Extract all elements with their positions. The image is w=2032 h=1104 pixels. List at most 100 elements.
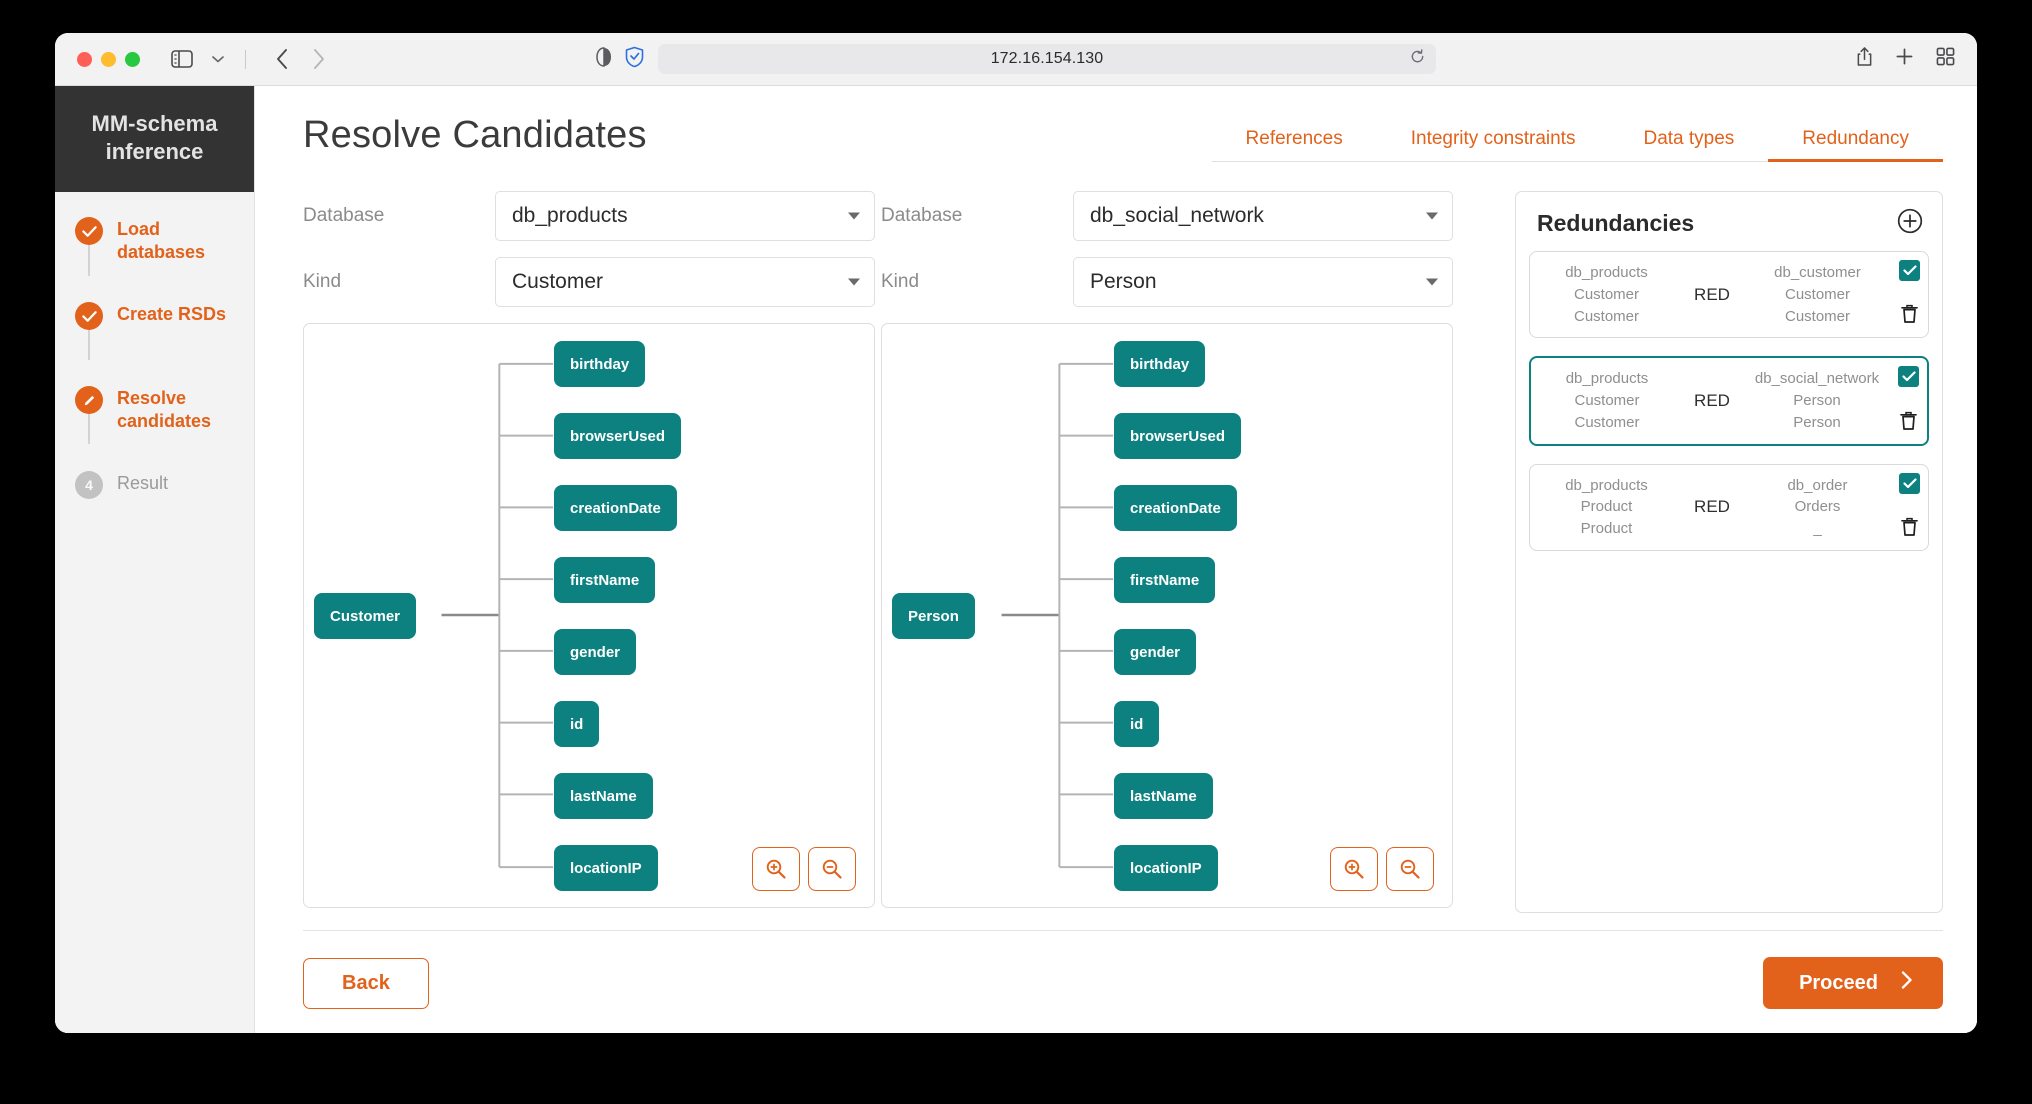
redundancy-card-body: db_products Customer Customer RED db_soc… bbox=[1537, 368, 1921, 433]
sidebar-step-resolve-candidates[interactable]: Resolve candidates bbox=[55, 385, 254, 432]
sidebar-step-load-databases[interactable]: Load databases bbox=[55, 216, 254, 263]
tab-data-types[interactable]: Data types bbox=[1609, 128, 1768, 162]
tab-overview-icon[interactable] bbox=[1936, 47, 1955, 71]
schema-node-property[interactable]: lastName bbox=[1114, 773, 1213, 819]
zoom-out-button[interactable] bbox=[808, 847, 856, 891]
redundancy-right-database: db_customer bbox=[1774, 264, 1861, 281]
page-indicators bbox=[596, 46, 644, 73]
tab-references[interactable]: References bbox=[1212, 128, 1377, 162]
sidebar-step-create-rsds[interactable]: Create RSDs bbox=[55, 301, 254, 347]
redundancy-card[interactable]: db_products Customer Customer RED db_cus… bbox=[1529, 251, 1929, 339]
browser-window: 172.16.154.130 MM-schema inference Load … bbox=[55, 33, 1977, 1033]
database-label: Database bbox=[303, 205, 385, 226]
sidebar-toggle-icon[interactable] bbox=[166, 44, 198, 74]
schema-panes: Database db_products Kind Customer Custo… bbox=[303, 191, 1501, 913]
delete-redundancy-button[interactable] bbox=[1900, 516, 1919, 542]
url-text: 172.16.154.130 bbox=[990, 50, 1104, 67]
redundancy-checkbox[interactable] bbox=[1898, 366, 1919, 388]
schema-node-property[interactable]: creationDate bbox=[1114, 485, 1237, 531]
graph-zoom-controls-right bbox=[1330, 847, 1434, 891]
database-select-right[interactable]: db_social_network bbox=[1073, 191, 1453, 241]
schema-node-property[interactable]: id bbox=[1114, 701, 1160, 747]
delete-redundancy-button[interactable] bbox=[1900, 303, 1919, 329]
schema-node-root[interactable]: Person bbox=[892, 593, 975, 639]
shield-check-icon[interactable] bbox=[625, 46, 644, 73]
chevron-down-icon bbox=[848, 278, 860, 286]
redundancy-checkbox[interactable] bbox=[1899, 472, 1920, 494]
chevron-right-icon bbox=[1900, 970, 1913, 996]
proceed-button[interactable]: Proceed bbox=[1763, 957, 1943, 1009]
redundancies-panel: Redundancies db_products Customer Custom… bbox=[1515, 191, 1943, 913]
redundancy-left-side: db_products Customer Customer bbox=[1536, 262, 1677, 327]
schema-node-property[interactable]: gender bbox=[554, 629, 637, 675]
chevron-down-icon bbox=[1426, 212, 1438, 220]
forward-arrow-icon[interactable] bbox=[307, 46, 329, 72]
minimize-window-button[interactable] bbox=[101, 51, 116, 67]
share-icon[interactable] bbox=[1856, 46, 1873, 72]
redundancy-right-database: db_social_network bbox=[1754, 370, 1880, 388]
redundancy-card[interactable]: db_products Product Product RED db_order… bbox=[1529, 463, 1929, 551]
schema-node-property[interactable]: id bbox=[554, 701, 600, 747]
sidebar-step-label: Result bbox=[117, 473, 169, 494]
zoom-out-button[interactable] bbox=[1386, 847, 1434, 891]
redundancy-left-kind: Product bbox=[1580, 498, 1633, 516]
schema-node-property[interactable]: locationIP bbox=[1114, 845, 1218, 891]
schema-node-property[interactable]: firstName bbox=[554, 557, 656, 603]
redundancy-right-side: db_social_network Person Person bbox=[1747, 368, 1887, 433]
sidebar-step-label: Create RSDs bbox=[117, 304, 227, 325]
schema-node-property[interactable]: firstName bbox=[1114, 557, 1216, 603]
schema-pane-left: Database db_products Kind Customer Custo… bbox=[303, 191, 875, 913]
kind-label: Kind bbox=[881, 271, 920, 292]
maximize-window-button[interactable] bbox=[125, 51, 140, 67]
redundancy-card-actions bbox=[1899, 472, 1920, 542]
zoom-in-button[interactable] bbox=[1330, 847, 1378, 891]
redundancy-right-property: Customer bbox=[1784, 307, 1851, 325]
redundancies-header: Redundancies bbox=[1529, 206, 1929, 251]
brand-line-2: inference bbox=[105, 139, 204, 165]
kind-select-right[interactable]: Person bbox=[1073, 257, 1453, 307]
reader-mode-icon[interactable] bbox=[596, 46, 612, 72]
redundancy-right-database: db_order bbox=[1787, 476, 1848, 494]
kind-select-left[interactable]: Customer bbox=[495, 257, 875, 307]
schema-node-property[interactable]: browserUsed bbox=[554, 413, 682, 459]
url-bar[interactable]: 172.16.154.130 bbox=[658, 44, 1436, 74]
redundancy-right-side: db_order Orders _ bbox=[1747, 475, 1888, 540]
schema-node-property[interactable]: lastName bbox=[554, 773, 653, 819]
schema-node-property[interactable]: gender bbox=[1114, 629, 1197, 675]
database-field-row-left: Database db_products bbox=[303, 191, 875, 241]
redundancy-right-kind: Orders bbox=[1794, 498, 1841, 516]
schema-graph-left[interactable]: Customer birthday browserUsed creationDa… bbox=[303, 323, 875, 908]
schema-node-property[interactable]: browserUsed bbox=[1114, 413, 1242, 459]
step-list: Load databases Create RSDs Resolve candi… bbox=[55, 192, 254, 516]
tab-redundancy[interactable]: Redundancy bbox=[1768, 128, 1943, 162]
redundancy-left-property: Product bbox=[1580, 520, 1633, 537]
back-button[interactable]: Back bbox=[303, 957, 429, 1009]
delete-redundancy-button[interactable] bbox=[1899, 410, 1918, 436]
schema-node-property[interactable]: birthday bbox=[554, 341, 646, 387]
schema-node-property[interactable]: birthday bbox=[1114, 341, 1206, 387]
redundancy-right-side: db_customer Customer Customer bbox=[1747, 262, 1888, 327]
tab-integrity-constraints[interactable]: Integrity constraints bbox=[1377, 128, 1610, 162]
schema-graph-right[interactable]: Person birthday browserUsed creationDate… bbox=[881, 323, 1453, 908]
window-controls bbox=[77, 51, 140, 67]
back-arrow-icon[interactable] bbox=[271, 46, 293, 72]
sidebar-step-result[interactable]: 4 Result bbox=[55, 470, 254, 516]
redundancy-checkbox[interactable] bbox=[1899, 260, 1920, 281]
chevron-down-icon[interactable] bbox=[202, 44, 234, 74]
redundancy-card[interactable]: db_products Customer Customer RED db_soc… bbox=[1529, 356, 1929, 446]
step-connector bbox=[88, 412, 90, 445]
schema-node-property[interactable]: creationDate bbox=[554, 485, 677, 531]
database-select-left[interactable]: db_products bbox=[495, 191, 875, 241]
plus-icon[interactable] bbox=[1895, 47, 1914, 71]
database-select-value: db_social_network bbox=[1090, 204, 1264, 227]
add-redundancy-button[interactable] bbox=[1897, 208, 1923, 239]
step-connector bbox=[88, 244, 90, 277]
redundancy-left-kind: Customer bbox=[1573, 285, 1640, 303]
reload-icon[interactable] bbox=[1410, 49, 1425, 69]
proceed-button-label: Proceed bbox=[1799, 971, 1878, 994]
close-window-button[interactable] bbox=[77, 51, 92, 67]
content-area: Database db_products Kind Customer Custo… bbox=[303, 191, 1943, 913]
schema-node-root[interactable]: Customer bbox=[314, 593, 417, 639]
zoom-in-button[interactable] bbox=[752, 847, 800, 891]
schema-node-property[interactable]: locationIP bbox=[554, 845, 658, 891]
